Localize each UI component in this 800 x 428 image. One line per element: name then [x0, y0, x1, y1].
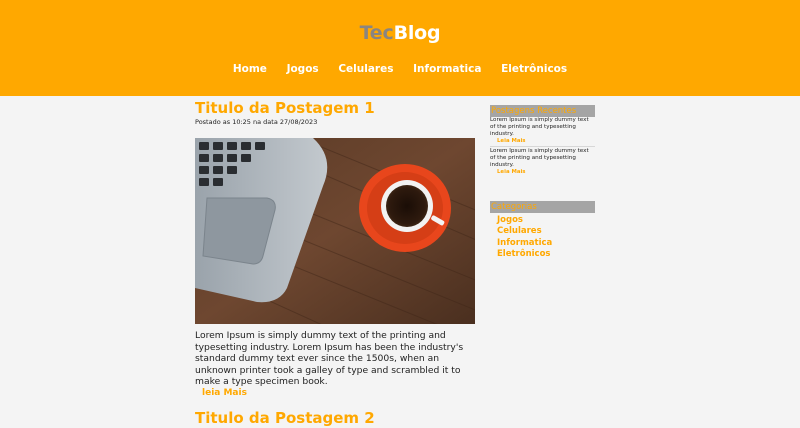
category-link-jogos[interactable]: Jogos — [497, 215, 595, 226]
nav-item-jogos[interactable]: Jogos — [287, 63, 319, 75]
category-link-eletronicos[interactable]: Eletrônicos — [497, 249, 595, 260]
recent-post-text: Lorem Ipsum is simply dummy text of the … — [490, 117, 589, 137]
recent-posts-title: Postagens Recentes — [490, 105, 595, 117]
nav-item-home[interactable]: Home — [233, 63, 267, 75]
site-logo[interactable]: TecBlog — [0, 22, 800, 44]
post-image — [195, 138, 475, 324]
recent-post-read-more[interactable]: Leia Mais — [490, 169, 595, 176]
post-excerpt: Lorem Ipsum is simply dummy text of the … — [195, 330, 464, 387]
site-header: TecBlog Home Jogos Celulares Informatica… — [0, 0, 800, 96]
recent-post-item: Lorem Ipsum is simply dummy text of the … — [490, 117, 595, 145]
logo-part-tec: Tec — [359, 22, 394, 44]
nav-item-informatica[interactable]: Informatica — [413, 63, 481, 75]
categories-list: Jogos Celulares Informatica Eletrônicos — [490, 215, 595, 260]
categories-widget: Categorias Jogos Celulares Informatica E… — [490, 201, 595, 260]
post-title[interactable]: Titulo da Postagem 2 — [195, 409, 375, 427]
recent-posts-widget: Postagens Recentes Lorem Ipsum is simply… — [490, 105, 595, 176]
read-more-link[interactable]: leia Mais — [202, 388, 247, 398]
recent-post-item: Lorem Ipsum is simply dummy text of the … — [490, 148, 595, 176]
post-title[interactable]: Titulo da Postagem 1 — [195, 99, 375, 117]
nav-item-celulares[interactable]: Celulares — [338, 63, 393, 75]
sidebar: Postagens Recentes Lorem Ipsum is simply… — [490, 105, 595, 259]
recent-post-read-more[interactable]: Leia Mais — [490, 138, 595, 145]
recent-post-text: Lorem Ipsum is simply dummy text of the … — [490, 148, 589, 168]
categories-title: Categorias — [490, 201, 595, 213]
category-link-informatica[interactable]: Informatica — [497, 238, 595, 249]
logo-part-blog: Blog — [393, 22, 441, 44]
main-nav: Home Jogos Celulares Informatica Eletrôn… — [0, 63, 800, 75]
post-meta: Postado as 10:25 na data 27/08/2023 — [195, 118, 318, 126]
category-link-celulares[interactable]: Celulares — [497, 226, 595, 237]
divider — [490, 146, 595, 147]
nav-item-eletronicos[interactable]: Eletrônicos — [501, 63, 567, 75]
